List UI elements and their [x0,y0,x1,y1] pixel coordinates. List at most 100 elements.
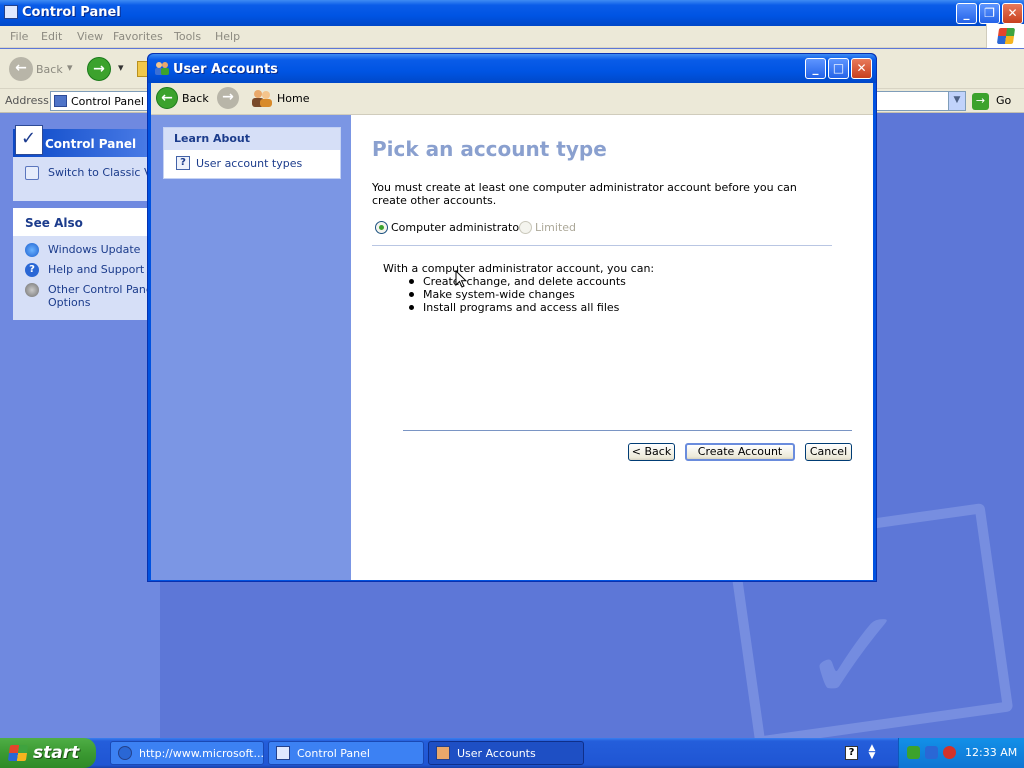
sync-icon[interactable] [925,746,938,759]
clock: 12:33 AM [965,746,1018,759]
ua-back-label[interactable]: Back [182,92,209,105]
question-icon: ? [176,156,190,170]
windows-update-label: Windows Update [48,243,141,256]
toolbar-back-label[interactable]: Back [36,63,63,76]
go-button[interactable]: → Go [972,92,1022,110]
restore-button[interactable]: ❐ [979,3,1000,24]
minimize-button[interactable]: _ [956,3,977,24]
close-button[interactable]: ✕ [1002,3,1023,24]
ua-back-arrow-icon[interactable]: ← [156,87,178,109]
divider [372,245,832,246]
menu-favorites[interactable]: Favorites [113,30,163,43]
intro-text: You must create at least one computer ad… [372,181,797,207]
user-accounts-titlebar[interactable]: User Accounts _ □ ✕ [148,54,876,83]
list-item: Make system-wide changes [407,288,803,301]
menu-tools[interactable]: Tools [174,30,201,43]
control-panel-box-header[interactable]: Control Panel [13,125,160,157]
security-shield-icon[interactable] [943,746,956,759]
control-panel-box: Control Panel Switch to Classic View [13,125,170,201]
admin-description: With a computer administrator account, y… [383,262,803,314]
cancel-button[interactable]: Cancel [805,443,852,461]
user-accounts-body: ← Back → Home Learn About ? User account… [151,83,873,580]
start-label: start [33,743,80,763]
back-button[interactable]: < Back [628,443,675,461]
other-control-panel-label: Other Control Panel [48,283,156,296]
control-panel-title: Control Panel [22,5,121,20]
limited-label: Limited [535,221,577,234]
control-panel-titlebar[interactable]: Control Panel _ ❐ ✕ [0,0,1024,26]
users-icon [436,746,450,760]
system-tray: 12:33 AM [898,738,1024,768]
taskbar-item-label: http://www.microsoft... [139,747,264,760]
windows-flag-icon [7,745,29,761]
control-panel-box-title: Control Panel [45,137,137,151]
taskbar-item-label: User Accounts [457,747,536,760]
windows-flag-icon [996,28,1016,44]
button-divider [403,430,852,431]
ie-icon [118,746,132,760]
back-dropdown-icon[interactable]: ▾ [67,61,73,74]
learn-about-header: Learn About [164,128,340,150]
chevron-icon[interactable]: ▲ ▼ [866,744,878,762]
menu-bar: File Edit View Favorites Tools Help [0,26,1024,48]
help-icon[interactable]: ? [845,746,858,760]
learn-about-box: Learn About ? User account types [163,127,341,179]
windows-logo [986,24,1024,48]
create-account-button[interactable]: Create Account [685,443,795,461]
ua-sidebar: Learn About ? User account types [151,115,351,580]
ua-home-label[interactable]: Home [277,92,309,105]
windows-update-icon [25,243,39,257]
see-also-header[interactable]: See Also [13,208,160,236]
menu-edit[interactable]: Edit [41,30,62,43]
page-title: Pick an account type [372,137,607,161]
list-item: Install programs and access all files [407,301,803,314]
classic-view-icon [25,166,39,180]
home-users-icon[interactable] [251,89,273,107]
user-accounts-title: User Accounts [173,62,278,77]
ua-forward-arrow-icon[interactable]: → [217,87,239,109]
watermark-check: ✓ [800,580,909,732]
taskbar-item-control-panel[interactable]: Control Panel [268,741,424,765]
go-label: Go [996,94,1012,107]
control-panel-check-icon [15,125,43,155]
ua-minimize-button[interactable]: _ [805,58,826,79]
taskbar-item-internet-explorer[interactable]: http://www.microsoft... [110,741,264,765]
control-panel-small-icon [276,746,290,760]
user-accounts-window: User Accounts _ □ ✕ ← Back → Home Learn … [147,53,877,582]
forward-arrow-icon[interactable]: → [87,57,111,81]
ua-maximize-button[interactable]: □ [828,58,849,79]
control-panel-icon [4,5,18,19]
start-button[interactable]: start [0,738,96,768]
address-label: Address [5,94,49,107]
mouse-pointer-icon [455,270,467,288]
forward-dropdown-icon[interactable]: ▾ [118,61,124,74]
network-icon[interactable] [907,746,920,759]
user-account-types-label: User account types [196,157,303,170]
computer-administrator-label: Computer administrator [391,221,524,234]
address-value: Control Panel [71,95,144,108]
ua-main-content: Pick an account type You must create at … [351,115,873,580]
radio-disabled-icon [519,221,532,234]
ua-close-button[interactable]: ✕ [851,58,872,79]
taskbar: start http://www.microsoft... Control Pa… [0,738,1024,768]
options-label: Options [48,296,91,309]
users-icon [154,61,170,75]
control-panel-small-icon [54,95,67,107]
go-arrow-icon: → [972,93,989,110]
help-icon: ? [25,263,39,277]
learn-about-title: Learn About [174,132,251,145]
back-arrow-icon[interactable]: ← [9,57,33,81]
radio-selected-icon [375,221,388,234]
menu-file[interactable]: File [10,30,28,43]
see-also-box: See Also Windows Update ? Help and Suppo… [13,208,160,320]
see-also-title: See Also [25,216,83,230]
taskbar-item-label: Control Panel [297,747,370,760]
menu-view[interactable]: View [77,30,103,43]
description-title: With a computer administrator account, y… [383,262,655,275]
taskbar-item-user-accounts[interactable]: User Accounts [428,741,584,765]
help-and-support-label: Help and Support [48,263,145,276]
address-dropdown-icon[interactable]: ▼ [948,92,965,110]
gear-icon [25,283,39,297]
menu-help[interactable]: Help [215,30,240,43]
ua-nav-bar: ← Back → Home [151,83,873,115]
